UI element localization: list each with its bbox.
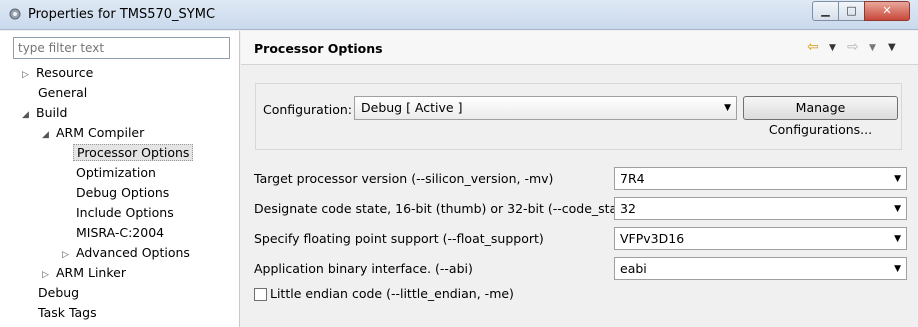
little-endian-checkbox[interactable]: [254, 288, 267, 301]
gear-icon: [9, 8, 21, 20]
tree-item-resource[interactable]: ▷ Resource: [22, 63, 93, 83]
manage-configurations-button[interactable]: Manage Configurations...: [743, 96, 898, 137]
option-label-abi: Application binary interface. (--abi): [254, 261, 473, 276]
float-support-select[interactable]: VFPv3D16 ▼: [614, 227, 907, 250]
forward-arrow-icon[interactable]: ⇨: [847, 39, 859, 55]
configuration-value: Debug [ Active ]: [361, 100, 463, 115]
collapse-arrow-icon[interactable]: ◢: [22, 105, 36, 125]
float-support-value: VFPv3D16: [620, 231, 685, 246]
configuration-label: Configuration:: [263, 102, 352, 117]
property-page: Processor Options ⇦ ▼ ⇨ ▼ ▼ Configuratio…: [241, 31, 918, 327]
tree-item-processor-options[interactable]: Processor Options: [73, 143, 194, 163]
abi-value: eabi: [620, 261, 647, 276]
tree-item-optimization[interactable]: Optimization: [76, 163, 156, 183]
maximize-button[interactable]: □: [838, 1, 865, 21]
option-label-silicon-version: Target processor version (--silicon_vers…: [254, 171, 554, 186]
page-title: Processor Options: [254, 41, 383, 56]
tree-item-build[interactable]: ◢ Build: [22, 103, 67, 123]
silicon-version-select[interactable]: 7R4 ▼: [614, 167, 907, 190]
tree-item-include-options[interactable]: Include Options: [76, 203, 174, 223]
option-label-float-support: Specify floating point support (--float_…: [254, 231, 544, 246]
tree-item-advanced-options[interactable]: ▷ Advanced Options: [62, 243, 190, 263]
configuration-group: Configuration: Debug [ Active ] ▼ Manage…: [255, 83, 902, 150]
chevron-down-icon: ▼: [894, 264, 901, 274]
abi-select[interactable]: eabi ▼: [614, 257, 907, 280]
window-title: Properties for TMS570_SYMC: [28, 7, 216, 22]
tree-item-debug[interactable]: Debug: [38, 283, 79, 303]
view-menu-icon[interactable]: ▼: [888, 42, 896, 53]
expand-arrow-icon[interactable]: ▷: [22, 65, 36, 85]
tree-item-misra[interactable]: MISRA-C:2004: [76, 223, 164, 243]
filter-input[interactable]: [13, 37, 230, 59]
expand-arrow-icon[interactable]: ▷: [62, 245, 76, 265]
title-bar: Properties for TMS570_SYMC ▁ □ ✕: [0, 0, 918, 30]
page-header: Processor Options ⇦ ▼ ⇨ ▼ ▼: [241, 31, 918, 65]
back-dropdown-icon[interactable]: ▼: [829, 43, 836, 53]
configuration-select[interactable]: Debug [ Active ] ▼: [354, 96, 737, 120]
chevron-down-icon: ▼: [894, 234, 901, 244]
chevron-down-icon: ▼: [894, 174, 901, 184]
tree-item-general[interactable]: General: [38, 83, 87, 103]
silicon-version-value: 7R4: [620, 171, 645, 186]
minimize-button[interactable]: ▁: [812, 1, 839, 21]
code-state-value: 32: [620, 201, 636, 216]
tree-item-arm-compiler[interactable]: ◢ ARM Compiler: [42, 123, 144, 143]
close-button[interactable]: ✕: [864, 1, 910, 21]
option-label-code-state: Designate code state, 16-bit (thumb) or …: [254, 201, 635, 216]
property-tree-panel: ▷Resource General ◢Build ◢ARM Compiler P…: [0, 31, 240, 327]
chevron-down-icon: ▼: [894, 204, 901, 214]
forward-dropdown-icon[interactable]: ▼: [869, 43, 876, 53]
code-state-select[interactable]: 32 ▼: [614, 197, 907, 220]
little-endian-label: Little endian code (--little_endian, -me…: [270, 286, 514, 301]
back-arrow-icon[interactable]: ⇦: [807, 39, 819, 55]
tree-item-arm-linker[interactable]: ▷ ARM Linker: [42, 263, 126, 283]
expand-arrow-icon[interactable]: ▷: [42, 265, 56, 285]
collapse-arrow-icon[interactable]: ◢: [42, 125, 56, 145]
chevron-down-icon: ▼: [724, 103, 731, 113]
tree-item-debug-options[interactable]: Debug Options: [76, 183, 169, 203]
tree-item-task-tags[interactable]: Task Tags: [38, 303, 97, 323]
